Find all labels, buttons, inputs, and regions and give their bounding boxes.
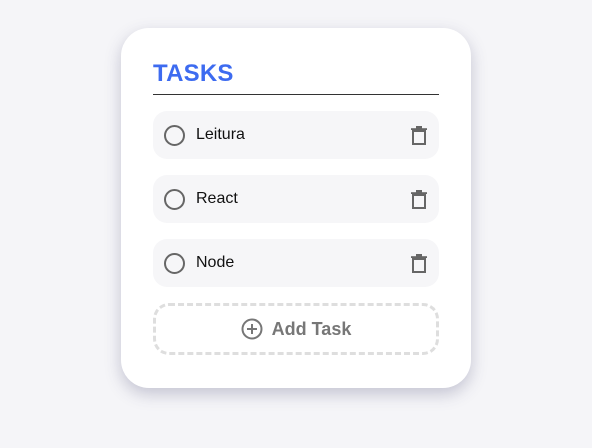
task-checkbox[interactable]	[164, 252, 185, 274]
task-checkbox[interactable]	[164, 188, 185, 210]
add-task-button[interactable]: Add Task	[153, 303, 439, 355]
add-task-label: Add Task	[271, 318, 352, 339]
task-item: React	[153, 175, 439, 223]
task-list: Leitura React Node	[153, 111, 439, 287]
task-label: Node	[196, 254, 235, 271]
task-checkbox[interactable]	[164, 124, 185, 146]
trash-icon[interactable]	[409, 252, 429, 274]
card-title: TASKS	[153, 60, 439, 95]
tasks-card: TASKS Leitura React Node Add Task	[121, 28, 471, 388]
task-label: Leitura	[196, 126, 245, 143]
task-item: Node	[153, 239, 439, 287]
task-item: Leitura	[153, 111, 439, 159]
plus-circle-icon	[241, 318, 263, 340]
task-label: React	[196, 190, 238, 207]
trash-icon[interactable]	[409, 188, 429, 210]
trash-icon[interactable]	[409, 124, 429, 146]
